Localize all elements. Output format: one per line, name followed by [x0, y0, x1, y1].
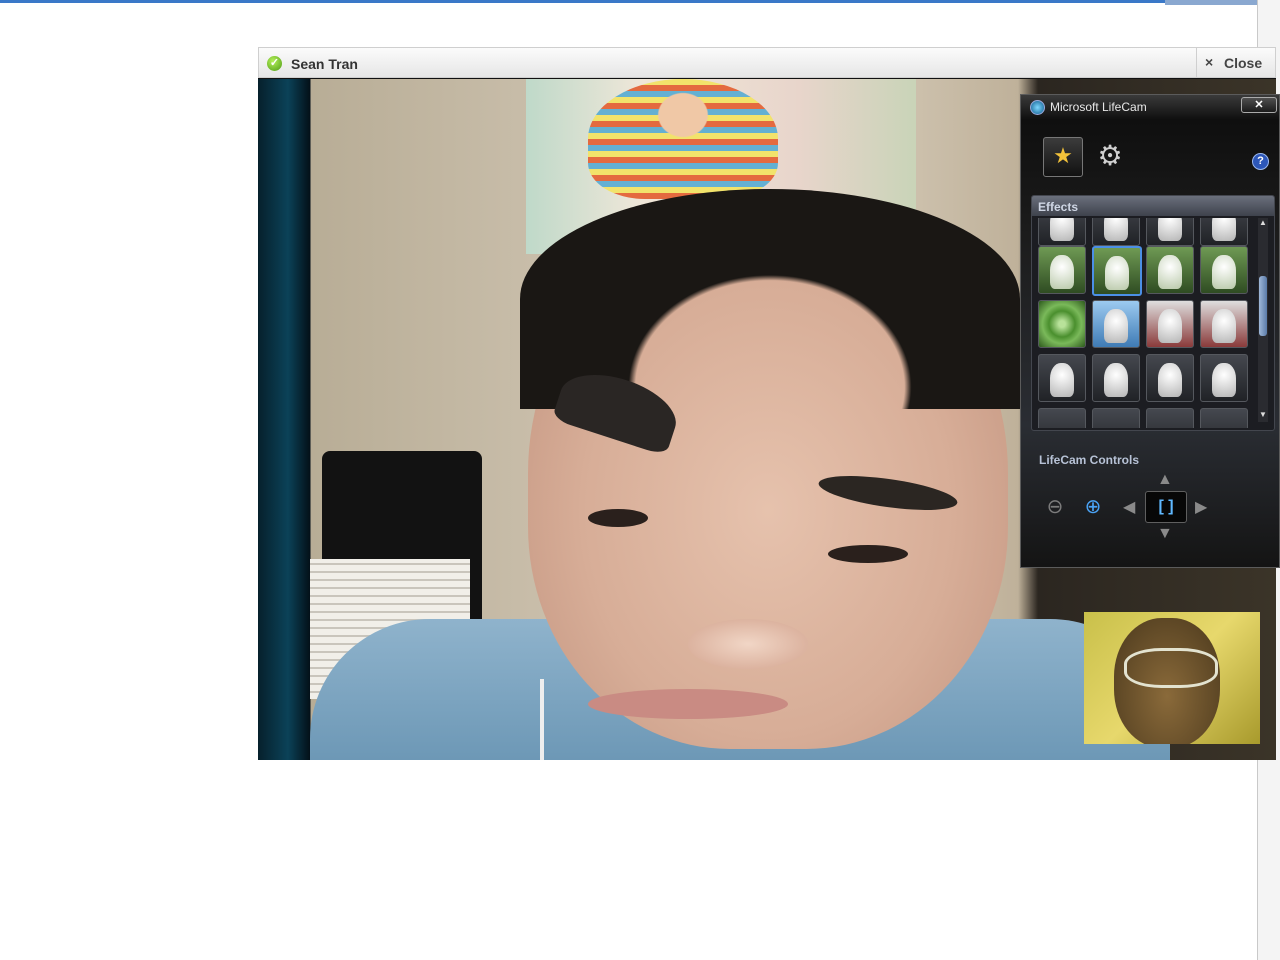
effect-bowling-pins-thumb[interactable] [1146, 246, 1194, 294]
glasses-image [1124, 648, 1218, 688]
call-header: ✓ Sean Tran × Close [258, 47, 1276, 78]
effect-alien-thumb[interactable] [1200, 246, 1248, 294]
cursing-face-icon [1212, 363, 1236, 397]
effect-cursing-thumb[interactable] [1200, 354, 1248, 402]
effects-row [1038, 354, 1254, 408]
nose-image [688, 619, 808, 669]
contact-name: Sean Tran [291, 56, 358, 72]
left-eye-image [588, 509, 648, 527]
scroll-up-icon[interactable]: ▲ [1258, 218, 1268, 227]
effects-grid [1038, 218, 1254, 428]
pan-right-icon[interactable]: ▶ [1195, 497, 1207, 517]
tilt-down-icon[interactable]: ▼ [1157, 525, 1173, 543]
zoom-in-icon[interactable]: ⊕ [1081, 495, 1105, 519]
effect-panda-thumb[interactable] [1146, 354, 1194, 402]
tilt-up-icon[interactable]: ▲ [1157, 471, 1173, 489]
right-eye-image [828, 545, 908, 563]
zoom-out-icon[interactable]: ⊖ [1043, 495, 1067, 519]
effect-avatar-thumb[interactable] [1200, 218, 1248, 246]
effects-row [1038, 408, 1254, 428]
avatar-icon [1104, 218, 1128, 241]
alien-icon [1105, 256, 1129, 290]
bowling-pin-icon [1158, 255, 1182, 289]
close-label: Close [1224, 55, 1263, 71]
avatar-icon [1212, 218, 1236, 241]
effect-avatar-thumb[interactable] [1038, 218, 1086, 246]
effect-avatar-thumb[interactable] [1200, 408, 1248, 428]
effect-avatar-thumb[interactable] [1092, 218, 1140, 246]
effect-lamp-thumb[interactable] [1092, 408, 1140, 428]
effect-snowman-thumb[interactable] [1092, 300, 1140, 348]
online-status-icon: ✓ [267, 56, 282, 71]
effect-pirate-thumb[interactable] [1146, 300, 1194, 348]
effect-clown-thumb[interactable] [1038, 354, 1086, 402]
effects-scrollbar[interactable]: ▲ ▼ [1258, 218, 1268, 422]
lifecam-titlebar[interactable]: Microsoft LifeCam ✕ [1021, 95, 1279, 119]
gear-icon[interactable]: ⚙ [1095, 141, 1125, 171]
effect-cat-thumb[interactable] [1200, 300, 1248, 348]
window-controls-strip [1165, 0, 1257, 5]
effect-avatar-thumb[interactable] [1146, 218, 1194, 246]
lifecam-logo-icon [1030, 100, 1045, 115]
self-view-video[interactable] [1084, 612, 1260, 744]
cat-icon [1212, 309, 1236, 343]
face-tracking-center-button[interactable]: [ ] [1145, 491, 1187, 523]
pan-left-icon[interactable]: ◀ [1123, 497, 1135, 517]
bowling-pin-icon [1050, 255, 1074, 289]
avatar-icon [1050, 218, 1074, 241]
effect-cowboy-thumb[interactable] [1092, 354, 1140, 402]
panda-icon [1158, 363, 1182, 397]
scrollbar-thumb[interactable] [1259, 276, 1267, 336]
alien-icon [1212, 255, 1236, 289]
cowboy-hat-icon [1104, 363, 1128, 397]
effect-avatar-thumb[interactable] [1038, 408, 1086, 428]
effects-tab-button[interactable]: ★ [1043, 137, 1083, 177]
pirate-icon [1158, 309, 1182, 343]
lifecam-close-button[interactable]: ✕ [1241, 97, 1277, 113]
scroll-down-icon[interactable]: ▼ [1258, 410, 1268, 419]
lifecam-panel: Microsoft LifeCam ✕ ★ ⚙ ? Effects ▲ ▼ Li… [1020, 94, 1280, 568]
close-call-button[interactable]: × Close [1196, 48, 1275, 77]
effects-row [1038, 218, 1254, 246]
effect-bowling-pins-thumb[interactable] [1038, 246, 1086, 294]
effects-row [1038, 300, 1254, 354]
desktop-top-bar [0, 0, 1280, 3]
lifecam-controls-label: LifeCam Controls [1039, 453, 1140, 467]
poster-child-image [588, 79, 778, 199]
effects-panel: Effects ▲ ▼ [1031, 195, 1275, 431]
effect-alien-thumb-selected[interactable] [1092, 246, 1142, 296]
snowman-icon [1104, 309, 1128, 343]
help-icon[interactable]: ? [1252, 153, 1269, 170]
mouth-image [588, 689, 788, 719]
effects-row [1038, 246, 1254, 300]
close-icon: × [1205, 54, 1214, 70]
clown-icon [1050, 363, 1074, 397]
lifecam-title: Microsoft LifeCam [1050, 100, 1147, 114]
earbud-cable-image [540, 679, 544, 760]
effects-label: Effects [1032, 196, 1274, 216]
effect-swirl-thumb[interactable] [1038, 300, 1086, 348]
effect-hair-thumb[interactable] [1146, 408, 1194, 428]
avatar-icon [1158, 218, 1182, 241]
